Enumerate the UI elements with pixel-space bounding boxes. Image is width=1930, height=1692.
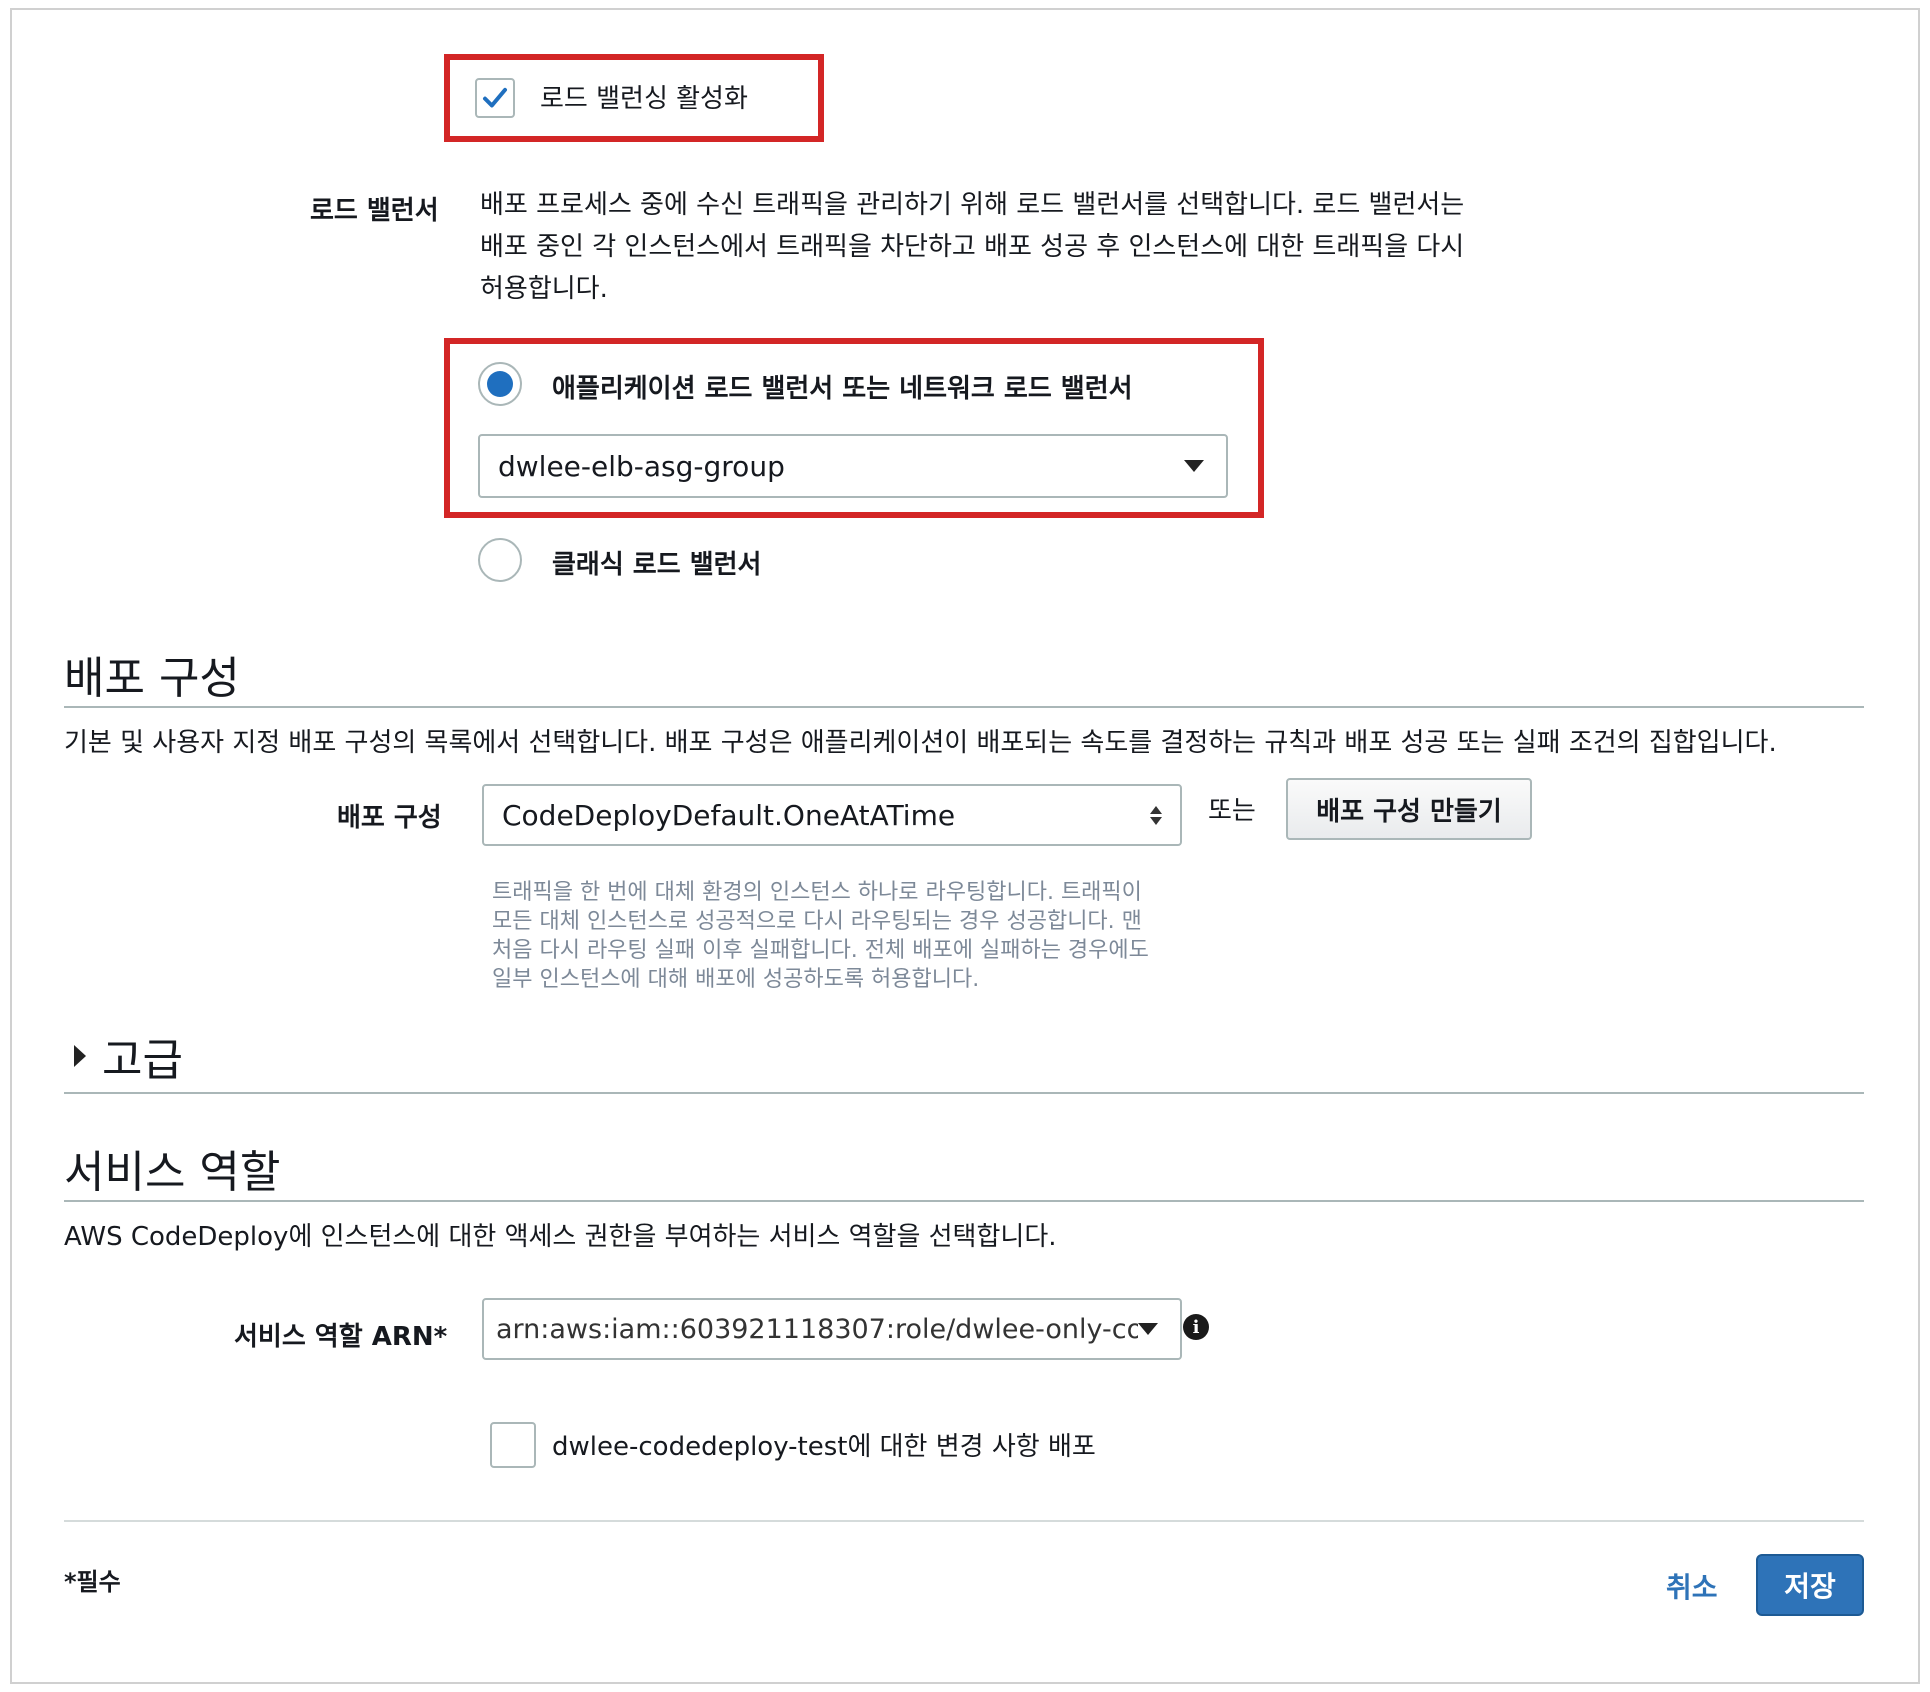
load-balancer-field-label: 로드 밸런서	[310, 196, 439, 226]
service-role-heading: 서비스 역할	[64, 1147, 281, 1198]
deployment-config-description: 기본 및 사용자 지정 배포 구성의 목록에서 선택합니다. 배포 구성은 애플…	[64, 728, 1777, 758]
enable-load-balancing-label[interactable]: 로드 밸런싱 활성화	[540, 78, 748, 120]
target-group-select[interactable]: dwlee-elb-asg-group	[478, 434, 1228, 498]
caret-right-icon	[74, 1045, 86, 1067]
target-group-value: dwlee-elb-asg-group	[498, 449, 785, 483]
deploy-changes-checkbox[interactable]	[490, 1422, 536, 1468]
classic-lb-option-label[interactable]: 클래식 로드 밸런서	[552, 544, 761, 581]
divider	[64, 1520, 1864, 1522]
check-icon	[483, 87, 507, 108]
alb-nlb-radio[interactable]	[478, 362, 522, 406]
required-note: *필수	[64, 1568, 121, 1596]
divider	[64, 1200, 1864, 1202]
help-line: 일부 인스턴스에 대해 배포에 성공하도록 허용합니다.	[492, 967, 980, 992]
load-balancer-description: 배포 프로세스 중에 수신 트래픽을 관리하기 위해 로드 밸런서를 선택합니다…	[480, 184, 1510, 310]
divider	[64, 1092, 1864, 1094]
updown-arrows-icon	[1150, 805, 1162, 825]
description-line: 허용합니다.	[480, 274, 608, 304]
advanced-toggle[interactable]: 고급	[74, 1024, 183, 1088]
save-button[interactable]: 저장	[1756, 1554, 1864, 1616]
create-deployment-config-button[interactable]: 배포 구성 만들기	[1286, 778, 1532, 840]
deployment-config-select[interactable]: CodeDeployDefault.OneAtATime	[482, 784, 1182, 846]
description-line: 배포 중인 각 인스턴스에서 트래픽을 차단하고 배포 성공 후 인스턴스에 대…	[480, 232, 1465, 262]
cancel-button[interactable]: 취소	[1666, 1566, 1718, 1606]
deployment-config-help: 트래픽을 한 번에 대체 환경의 인스턴스 하나로 라우팅합니다. 트래픽이 모…	[492, 878, 1212, 994]
help-line: 처음 다시 라우팅 실패 이후 실패합니다. 전체 배포에 실패하는 경우에도	[492, 938, 1149, 963]
deploy-changes-label[interactable]: dwlee-codedeploy-test에 대한 변경 사항 배포	[552, 1426, 1096, 1468]
chevron-down-icon	[1138, 1323, 1158, 1335]
advanced-heading[interactable]: 고급	[102, 1024, 183, 1088]
deployment-config-heading: 배포 구성	[64, 653, 240, 704]
chevron-down-icon	[1184, 460, 1204, 472]
description-line: 배포 프로세스 중에 수신 트래픽을 관리하기 위해 로드 밸런서를 선택합니다…	[480, 190, 1465, 220]
help-line: 모든 대체 인스턴스로 성공적으로 다시 라우팅되는 경우 성공합니다. 맨	[492, 909, 1142, 934]
deployment-config-field-label: 배포 구성	[337, 803, 442, 833]
service-role-field-label: 서비스 역할 ARN*	[234, 1322, 448, 1352]
service-role-select[interactable]: arn:aws:iam::603921118307:role/dwlee-onl…	[482, 1298, 1182, 1360]
enable-load-balancing-checkbox[interactable]	[475, 78, 515, 118]
help-line: 트래픽을 한 번에 대체 환경의 인스턴스 하나로 라우팅합니다. 트래픽이	[492, 880, 1142, 905]
service-role-value: arn:aws:iam::603921118307:role/dwlee-onl…	[496, 1313, 1138, 1345]
divider	[64, 706, 1864, 708]
alb-nlb-option-label[interactable]: 애플리케이션 로드 밸런서 또는 네트워크 로드 밸런서	[552, 368, 1133, 405]
deployment-config-value: CodeDeployDefault.OneAtATime	[502, 798, 956, 832]
info-icon[interactable]: i	[1183, 1314, 1209, 1340]
classic-lb-radio[interactable]	[478, 538, 522, 582]
service-role-description: AWS CodeDeploy에 인스턴스에 대한 액세스 권한을 부여하는 서비…	[64, 1222, 1057, 1252]
or-text: 또는	[1208, 796, 1256, 826]
